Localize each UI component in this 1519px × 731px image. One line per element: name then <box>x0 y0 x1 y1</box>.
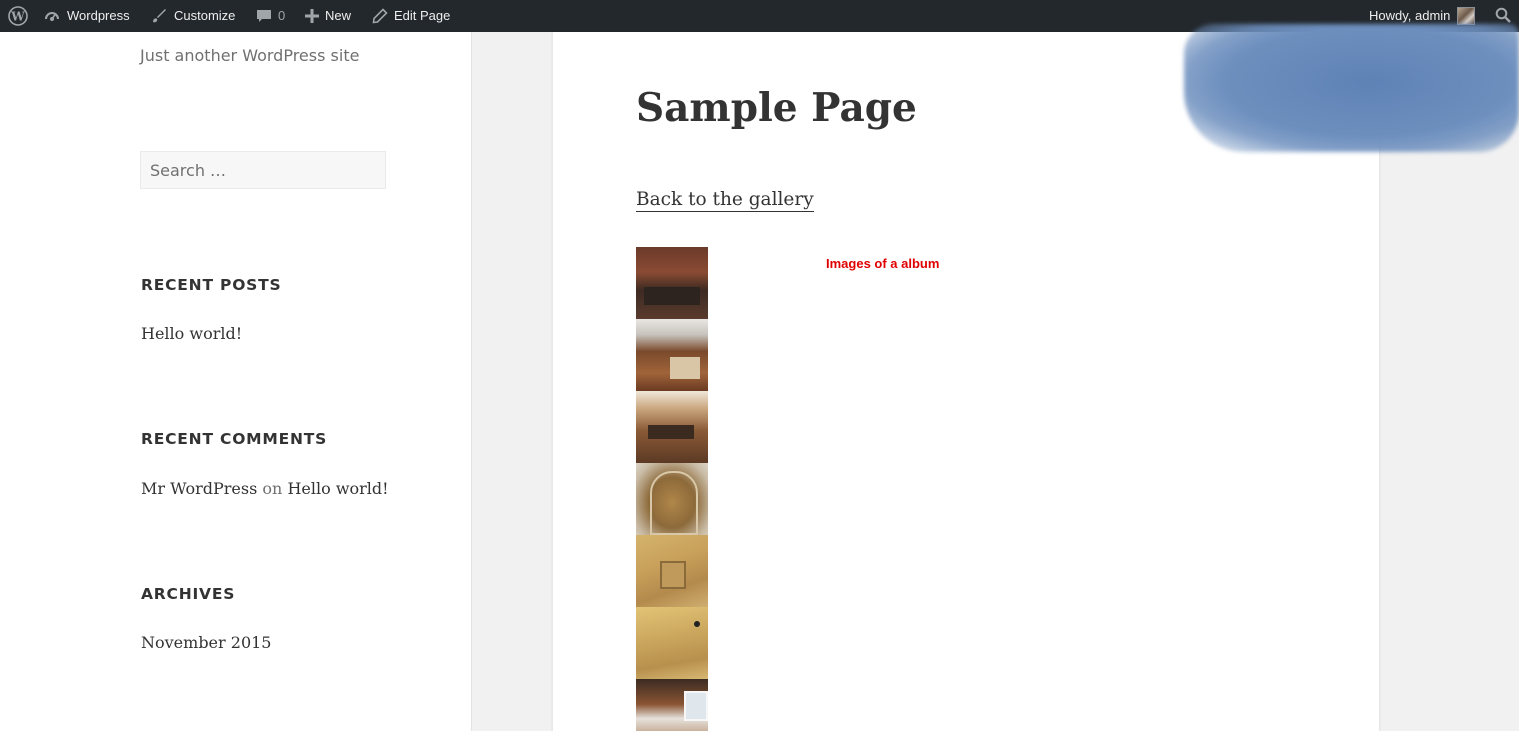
site-name-label: Wordpress <box>67 8 130 23</box>
search-input[interactable]: Search … <box>140 151 386 189</box>
comment-author-link[interactable]: Mr WordPress <box>141 479 257 498</box>
new-label: New <box>325 8 352 23</box>
edit-page-label: Edit Page <box>394 8 451 23</box>
back-to-gallery-link[interactable]: Back to the gallery <box>636 188 814 212</box>
sidebar: Just another WordPress site Search … REC… <box>0 32 472 731</box>
album-thumbnail[interactable] <box>636 607 708 679</box>
recent-posts-title: RECENT POSTS <box>141 276 282 294</box>
customize-label: Customize <box>174 8 236 23</box>
comments-count: 0 <box>278 8 286 23</box>
customize-button[interactable]: Customize <box>150 0 235 32</box>
site-description: Just another WordPress site <box>140 46 360 65</box>
album-thumbnail[interactable] <box>636 247 708 319</box>
search-icon <box>1495 7 1511 26</box>
site-name-menu[interactable]: Wordpress <box>43 0 130 32</box>
dashboard-icon <box>43 7 61 25</box>
page-title: Sample Page <box>636 85 917 131</box>
album-thumbnail[interactable] <box>636 319 708 391</box>
wordpress-logo-menu[interactable]: W <box>8 0 34 32</box>
recent-comments-title: RECENT COMMENTS <box>141 430 328 448</box>
comments-button[interactable]: 0 <box>256 0 285 32</box>
recent-post-link[interactable]: Hello world! <box>141 324 242 343</box>
album-thumbnails <box>636 247 708 731</box>
wordpress-logo-icon: W <box>8 6 28 26</box>
comment-icon <box>256 8 272 24</box>
svg-text:W: W <box>10 10 25 24</box>
avatar <box>1457 7 1476 25</box>
new-content-button[interactable]: New <box>305 0 351 32</box>
comment-post-link[interactable]: Hello world! <box>287 479 388 498</box>
archive-link[interactable]: November 2015 <box>141 633 271 652</box>
album-thumbnail[interactable] <box>636 679 708 731</box>
album-label: Images of a album <box>826 256 940 271</box>
album-thumbnail[interactable] <box>636 535 708 607</box>
plus-icon <box>305 9 319 23</box>
comment-on-text: on <box>262 479 283 498</box>
recent-comment-item: Mr WordPress on Hello world! <box>141 479 389 498</box>
album-thumbnail[interactable] <box>636 391 708 463</box>
pencil-icon <box>372 8 388 24</box>
paintbrush-icon <box>150 7 168 25</box>
redaction-smudge <box>1184 24 1519 152</box>
edit-page-button[interactable]: Edit Page <box>372 0 450 32</box>
archives-title: ARCHIVES <box>141 585 236 603</box>
album-thumbnail[interactable] <box>636 463 708 535</box>
